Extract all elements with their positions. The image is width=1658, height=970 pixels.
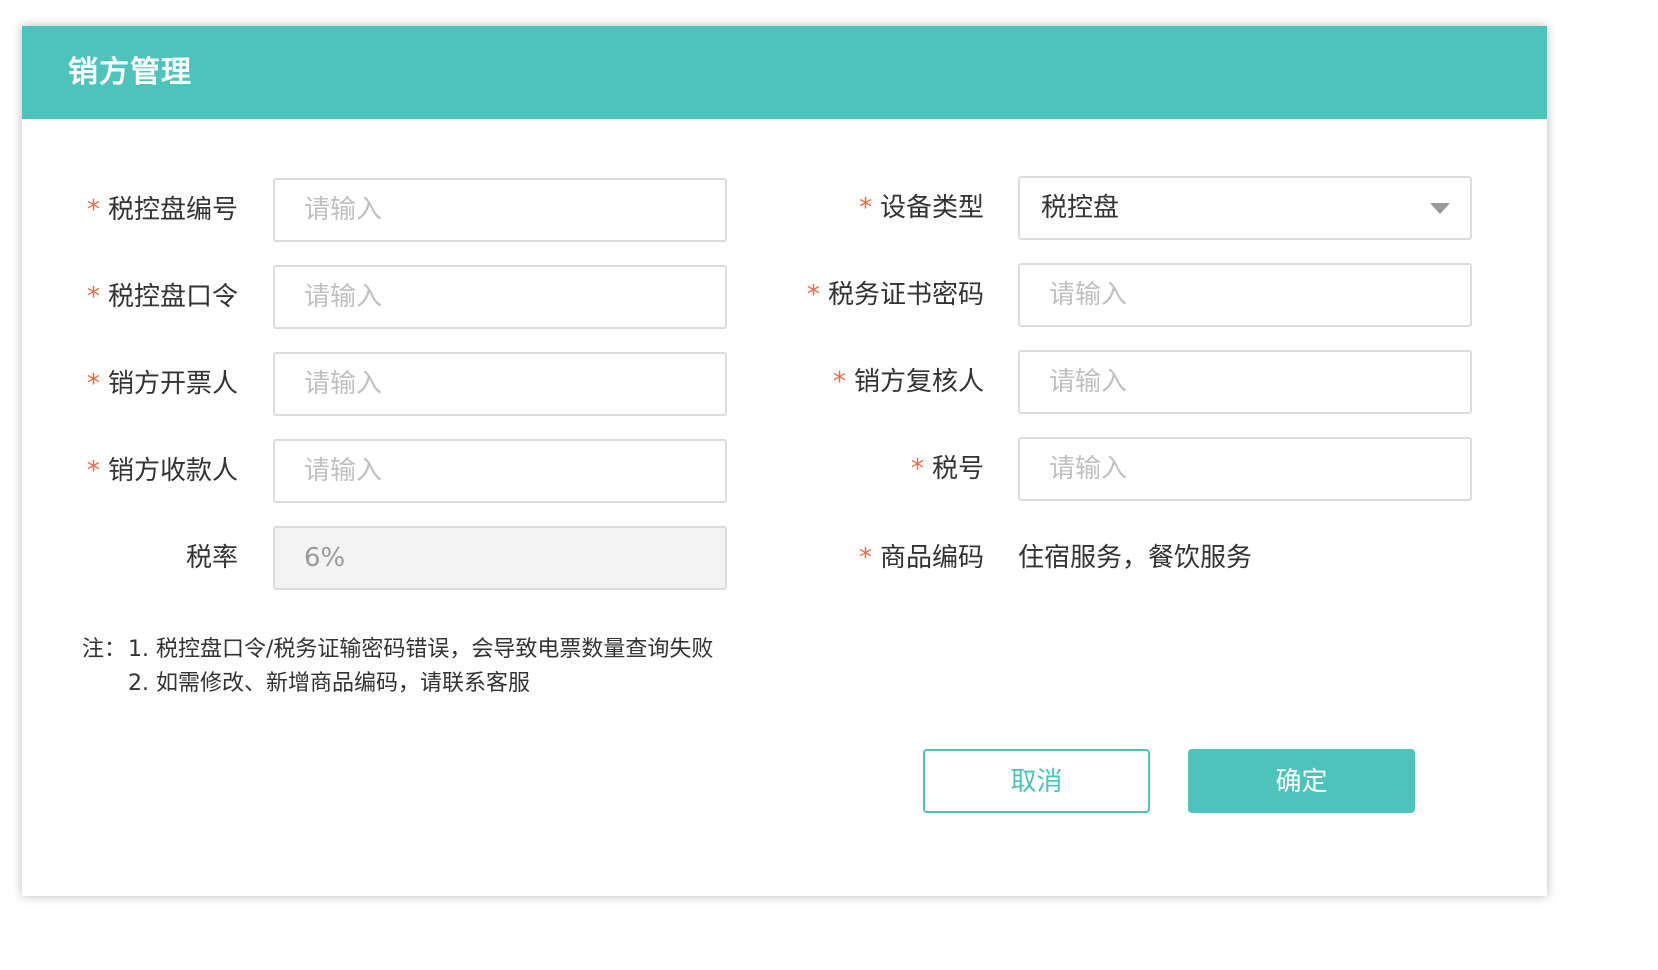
label-device-type: * 设备类型 [858, 193, 984, 223]
device-type-select[interactable]: 税控盘 [1018, 176, 1472, 240]
label-invoice-issuer: * 销方开票人 [86, 369, 238, 399]
note-line: 注：1. 税控盘口令/税务证输密码错误，会导致电票数量查询失败 [82, 633, 713, 667]
dialog-header: 销方管理 [22, 26, 1547, 119]
required-mark: * [858, 193, 872, 223]
label-tax-disk-number: * 税控盘编号 [86, 195, 238, 225]
note-line: 2. 如需修改、新增商品编码，请联系客服 [128, 671, 530, 696]
notes: 注：1. 税控盘口令/税务证输密码错误，会导致电票数量查询失败 2. 如需修改、… [82, 633, 713, 701]
tax-disk-password-input[interactable] [273, 265, 727, 329]
tax-id-input[interactable] [1018, 437, 1472, 501]
required-mark: * [86, 195, 100, 225]
label-payee: * 销方收款人 [86, 456, 238, 486]
label-tax-disk-password: * 税控盘口令 [86, 282, 238, 312]
tax-rate-input [273, 526, 727, 590]
certificate-password-input[interactable] [1018, 263, 1472, 327]
note-prefix: 注： [82, 637, 127, 662]
required-mark: * [86, 282, 100, 312]
required-mark: * [86, 369, 100, 399]
required-mark: * [86, 456, 100, 486]
tax-disk-number-input[interactable] [273, 178, 727, 242]
reviewer-input[interactable] [1018, 350, 1472, 414]
label-reviewer: * 销方复核人 [832, 367, 984, 397]
required-mark: * [832, 367, 846, 397]
caret-down-icon [1430, 203, 1450, 214]
product-code-value: 住宿服务，餐饮服务 [1018, 543, 1253, 573]
label-certificate-password: * 税务证书密码 [806, 280, 984, 310]
seller-management-dialog: 销方管理 *税控盘编号 *税控盘口令 *销方开票人 *销方收款人 税率 *设备类… [22, 26, 1547, 896]
device-type-value: 税控盘 [1041, 193, 1120, 223]
label-tax-id: * 税号 [910, 454, 984, 484]
cancel-button[interactable]: 取消 [923, 749, 1150, 813]
required-mark: * [858, 543, 872, 573]
confirm-button[interactable]: 确定 [1188, 749, 1415, 813]
dialog-title: 销方管理 [68, 55, 192, 90]
required-mark: * [806, 280, 820, 310]
invoice-issuer-input[interactable] [273, 352, 727, 416]
required-mark: * [910, 454, 924, 484]
label-tax-rate: 税率 [185, 543, 238, 573]
label-product-code: * 商品编码 [858, 543, 984, 573]
payee-input[interactable] [273, 439, 727, 503]
